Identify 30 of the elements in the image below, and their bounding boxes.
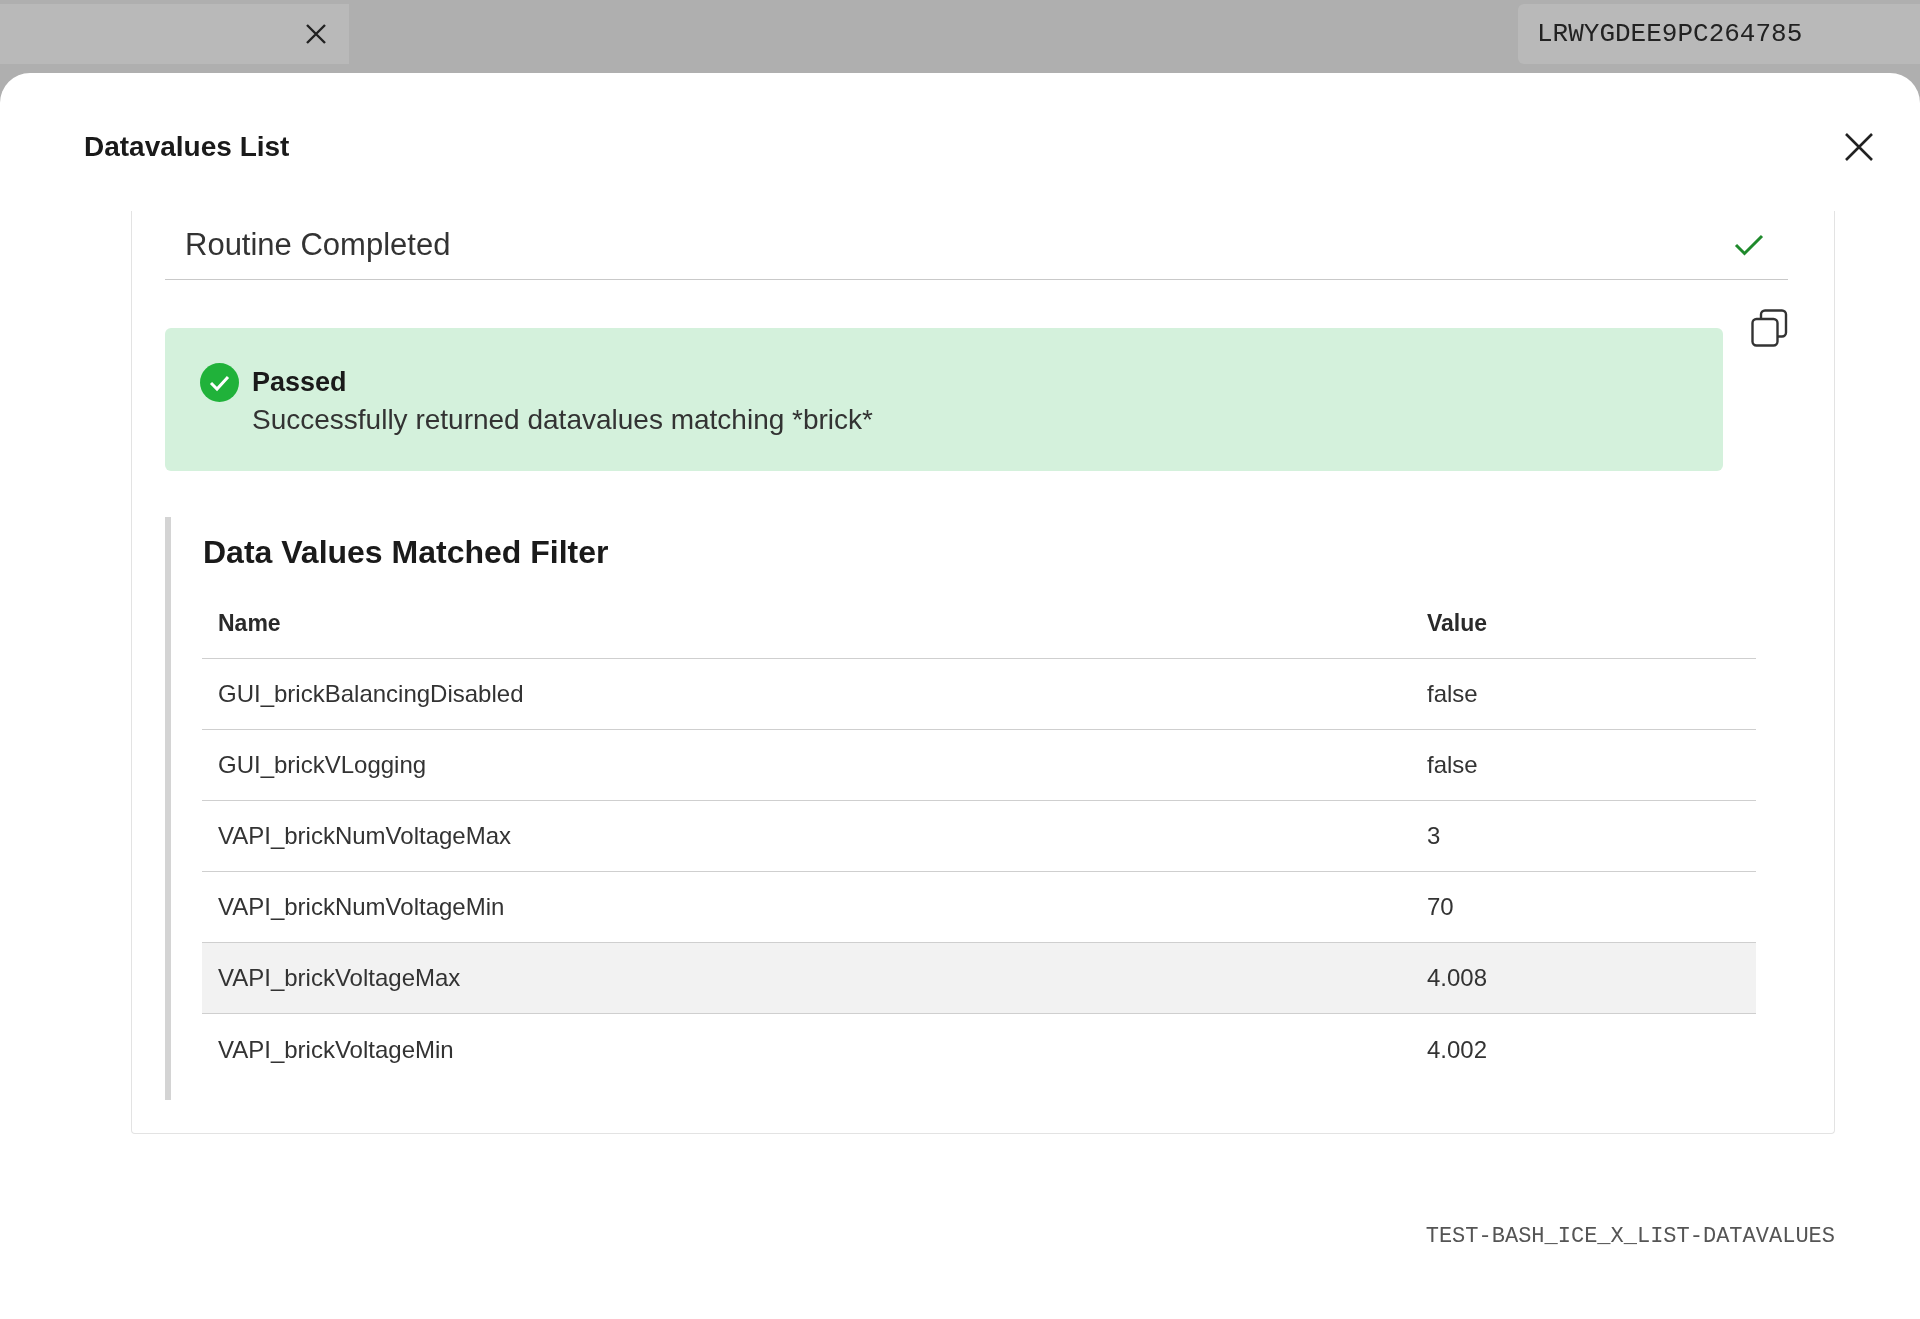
close-icon[interactable] (305, 23, 327, 45)
table-cell-text: VAPI_brickVoltageMax (217, 963, 462, 993)
table-cell-text: 4.008 (1426, 963, 1489, 993)
table-row[interactable]: GUI_brickBalancingDisabled false (202, 659, 1756, 730)
table-cell-text: false (1426, 679, 1479, 709)
table-cell-text: VAPI_brickNumVoltageMin (217, 892, 506, 922)
column-header: Value (1426, 609, 1489, 638)
routine-status: Routine Completed (185, 226, 451, 264)
copy-icon[interactable] (1751, 309, 1788, 347)
table-cell-text: VAPI_brickVoltageMin (217, 1034, 455, 1065)
table-row[interactable]: GUI_brickVLogging false (202, 730, 1756, 801)
table-cell-text: 4.002 (1426, 1034, 1489, 1065)
table-cell-text: GUI_brickBalancingDisabled (217, 679, 525, 709)
column-header: Name (217, 609, 282, 638)
table-cell-text: 3 (1426, 821, 1442, 851)
alert-title: Passed (252, 366, 347, 399)
table-cell-text: GUI_brickVLogging (217, 750, 428, 780)
dialog-title: Datavalues List (84, 130, 290, 164)
table-cell-text: 70 (1426, 892, 1455, 922)
table-row[interactable]: VAPI_brickVoltageMax 4.008 (202, 943, 1756, 1014)
check-circle-icon (200, 363, 239, 402)
section-title: Data Values Matched Filter (203, 533, 609, 572)
table-cell-text: VAPI_brickNumVoltageMax (217, 821, 512, 851)
table-row[interactable]: VAPI_brickNumVoltageMax 3 (202, 801, 1756, 872)
alert-message: Successfully returned datavalues matching *brick* (252, 403, 873, 437)
table-cell-text: false (1426, 750, 1479, 780)
close-icon[interactable] (1844, 132, 1874, 162)
test-id-text: TEST-BASH_ICE_X_LIST-DATAVALUES (1425, 1223, 1835, 1251)
table-row[interactable]: VAPI_brickVoltageMin 4.002 (202, 1014, 1756, 1085)
background-tab[interactable]: LRWYGDEE9PC264785 (1518, 4, 1920, 64)
